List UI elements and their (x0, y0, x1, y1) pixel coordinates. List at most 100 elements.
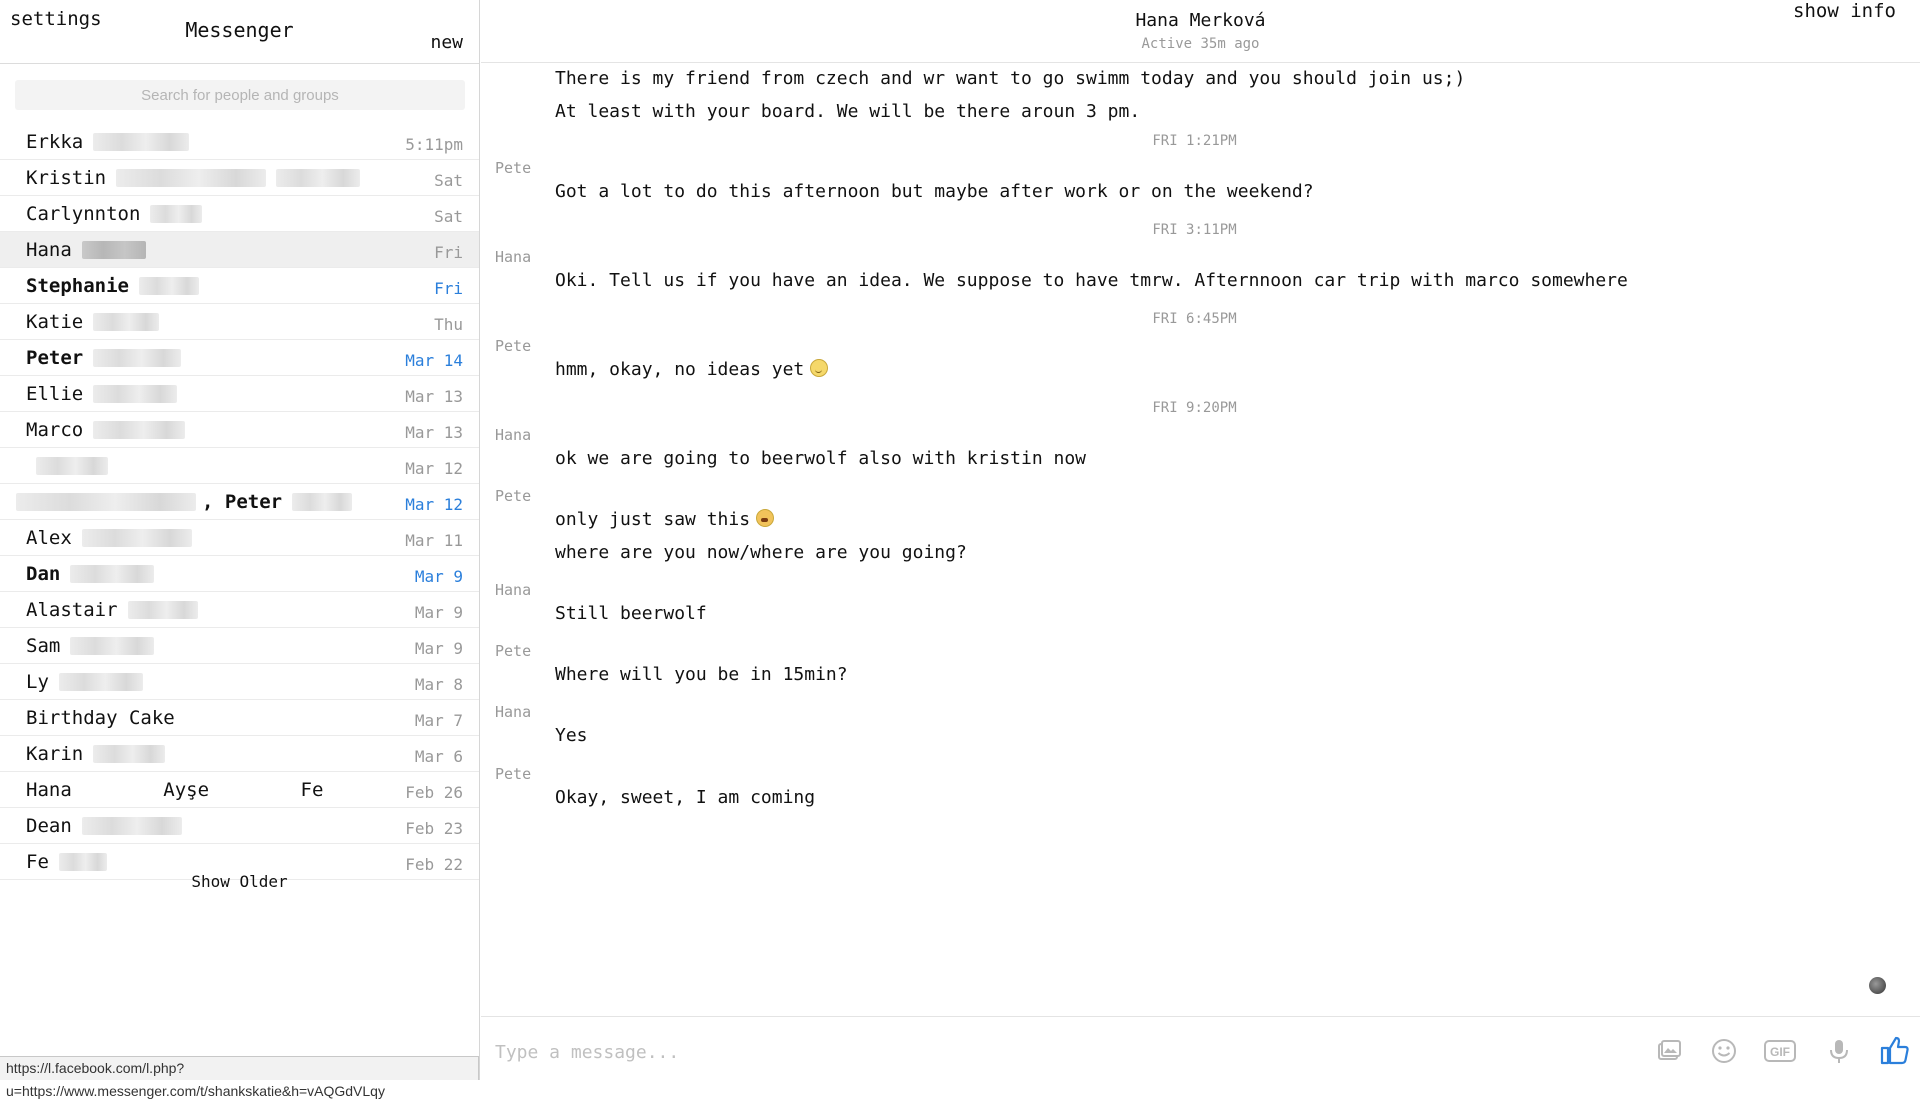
message-text: At least with your board. We will be the… (555, 101, 1141, 122)
contact-status: Active 35m ago (1141, 36, 1260, 52)
redacted-name (116, 168, 267, 187)
sender-name: Hana (495, 426, 531, 444)
conversation-item[interactable]: Ly Mar 8 (0, 664, 479, 700)
conversation-name: Dean (26, 814, 72, 837)
message-bubble[interactable]: Got a lot to do this afternoon but maybe… (555, 181, 1314, 202)
conversation-item[interactable]: Katie Thu (0, 304, 479, 340)
message-bubble[interactable]: Yes (555, 725, 588, 746)
status-bar-url: https://l.facebook.com/l.php?u=https://w… (0, 1056, 479, 1099)
new-message-link[interactable]: new (430, 32, 463, 53)
conversation-item[interactable]: Marco Mar 13 (0, 412, 479, 448)
conversation-item[interactable]: Kristin Sat (0, 160, 479, 196)
sender-text: Pete (495, 159, 532, 177)
search-input[interactable] (15, 80, 465, 110)
microphone-icon[interactable] (1825, 1037, 1853, 1065)
redacted-name (70, 564, 155, 583)
redacted-name (58, 852, 107, 871)
sender-name: Pete (495, 765, 531, 783)
conversation-date: Mar 13 (405, 387, 463, 406)
message-timestamp: FRI 6:45PM (481, 311, 1908, 327)
conversation-name: Ly (26, 670, 49, 693)
conversation-item[interactable]: Karin Mar 6 (0, 736, 479, 772)
conversation-name: Erkka (26, 130, 84, 153)
conversation-date: Feb 26 (405, 783, 463, 802)
conversation-date: 5:11pm (405, 135, 463, 154)
message-bubble[interactable]: There is my friend from czech and wr wan… (555, 68, 1465, 89)
message-text: Where will you be in 15min? (555, 664, 848, 685)
conversation-list: Erkka 5:11pm Kristin Sat Carlynnton Sat Hana Fr… (0, 124, 479, 880)
message-text: Still beerwolf (555, 603, 707, 624)
conversation-panel: Hana Merková Active 35m ago show info Th… (481, 0, 1920, 1080)
show-older-button[interactable]: Show Older (0, 872, 479, 891)
message-text: Okay, sweet, I am coming (555, 787, 816, 808)
redacted-name (276, 168, 361, 187)
message-bubble[interactable]: Where will you be in 15min? (555, 664, 848, 685)
svg-text:GIF: GIF (1770, 1045, 1790, 1059)
sender-name: Pete (495, 337, 531, 355)
conversation-date: Mar 8 (414, 675, 463, 694)
show-info-link[interactable]: show info (1793, 0, 1896, 22)
message-bubble[interactable]: only just saw this (555, 509, 775, 530)
redacted-name (138, 276, 199, 295)
conversation-date: Feb 22 (405, 855, 463, 874)
redacted-name (93, 132, 190, 151)
redacted-name (70, 636, 155, 655)
conversation-item[interactable]: Alastair Mar 9 (0, 592, 479, 628)
conversation-item[interactable]: Birthday Cake Mar 7 (0, 700, 479, 736)
message-bubble[interactable]: where are you now/where are you going? (555, 542, 967, 563)
message-text: There is my friend from czech and wr wan… (555, 68, 1466, 89)
conversation-name: Dan (26, 562, 61, 585)
conversation-item[interactable]: Dan Mar 9 (0, 556, 479, 592)
conversation-name: , Peter (202, 490, 283, 513)
conversation-item[interactable]: Dean Feb 23 (0, 808, 479, 844)
message-thread[interactable]: There is my friend from czech and wr wan… (481, 63, 1920, 1013)
conversation-date: Fri (434, 279, 463, 298)
timestamp-text: FRI 1:21PM (1152, 133, 1237, 149)
image-icon[interactable] (1655, 1037, 1683, 1065)
conversation-item[interactable]: , Peter Mar 12 (0, 484, 479, 520)
conversation-sidebar: settings Messenger new Erkka 5:11pm Kristi… (0, 0, 480, 1099)
conversation-name: Hana Ayşe Fe (26, 778, 324, 801)
sidebar-header: settings Messenger new (0, 0, 479, 64)
message-bubble[interactable]: ok we are going to beerwolf also with kr… (555, 448, 1086, 469)
message-bubble[interactable]: Still beerwolf (555, 603, 707, 624)
conversation-item[interactable]: Ellie Mar 13 (0, 376, 479, 412)
sender-name: Hana (495, 703, 531, 721)
message-input[interactable] (495, 1037, 1395, 1067)
conversation-item[interactable]: Sam Mar 9 (0, 628, 479, 664)
contact-name[interactable]: Hana Merková (481, 10, 1920, 31)
emoji-icon[interactable] (1710, 1037, 1738, 1065)
conversation-item[interactable]: Carlynnton Sat (0, 196, 479, 232)
message-bubble[interactable]: Oki. Tell us if you have an idea. We sup… (555, 270, 1628, 291)
message-text: only just saw this (555, 509, 751, 530)
redacted-name (93, 348, 182, 367)
message-text: where are you now/where are you going? (555, 542, 967, 563)
conversation-header: Hana Merková Active 35m ago show info (481, 0, 1920, 63)
conversation-item[interactable]: Erkka 5:11pm (0, 124, 479, 160)
conversation-item[interactable]: Stephanie Fri (0, 268, 479, 304)
conversation-date: Mar 12 (405, 495, 463, 514)
slightly-frowning-face-icon (810, 359, 829, 377)
message-bubble[interactable]: Okay, sweet, I am coming (555, 787, 815, 808)
redacted-name (81, 816, 182, 835)
app-title: Messenger (185, 18, 294, 42)
message-bubble[interactable]: hmm, okay, no ideas yet (555, 359, 829, 380)
conversation-name: Fe (26, 850, 49, 873)
conversation-date: Mar 9 (414, 639, 463, 658)
gif-icon[interactable]: GIF (1763, 1037, 1797, 1065)
sender-text: Hana (495, 581, 532, 599)
sender-text: Hana (495, 703, 532, 721)
conversation-item[interactable]: Hana Fri (0, 232, 479, 268)
conversation-item[interactable]: Peter Mar 14 (0, 340, 479, 376)
message-text: Yes (555, 725, 588, 746)
sender-name: Pete (495, 487, 531, 505)
redacted-name (93, 744, 166, 763)
conversation-item[interactable]: Mar 12 (0, 448, 479, 484)
conversation-date: Thu (434, 315, 463, 334)
conversation-item[interactable]: Alex Mar 11 (0, 520, 479, 556)
message-bubble[interactable]: At least with your board. We will be the… (555, 101, 1140, 122)
redacted-name (292, 492, 353, 511)
conversation-item[interactable]: Hana Ayşe Fe Feb 26 (0, 772, 479, 808)
thumbs-up-icon[interactable] (1878, 1034, 1910, 1066)
redacted-name (93, 312, 160, 331)
